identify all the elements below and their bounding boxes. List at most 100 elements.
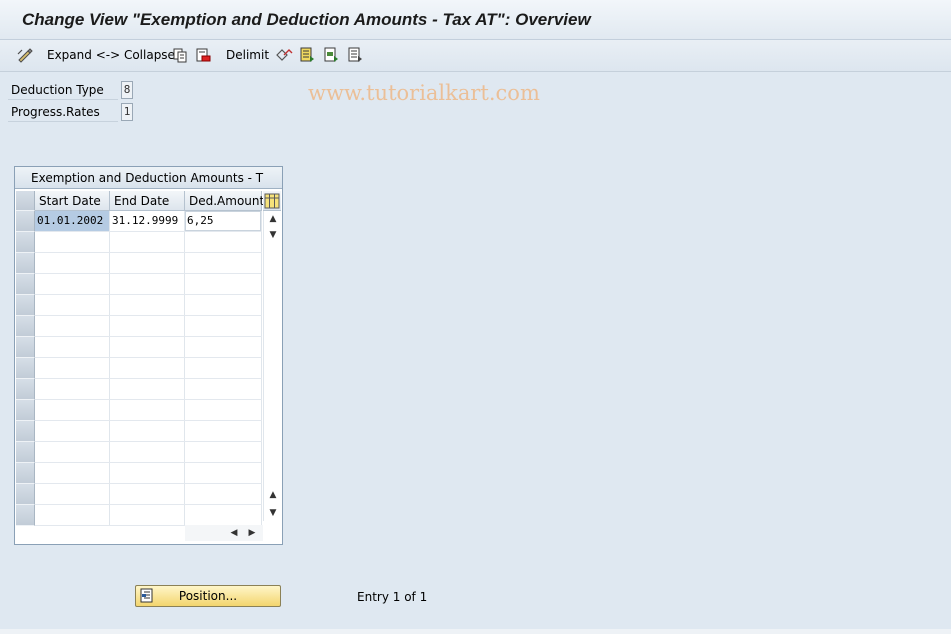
table-row[interactable] [35,505,262,526]
end-date-cell[interactable] [110,379,185,399]
start-date-cell[interactable] [35,463,110,483]
end-date-cell[interactable] [110,295,185,315]
start-date-cell[interactable] [35,358,110,378]
ded-amount-cell[interactable] [185,274,262,294]
deselect-all-button[interactable] [347,45,363,65]
ded-amount-cell[interactable] [185,253,262,273]
end-date-cell[interactable]: 31.12.9999 [110,211,185,231]
start-date-cell[interactable] [35,232,110,252]
scroll-left-icon[interactable]: ◀ [227,525,241,541]
row-selector[interactable] [16,442,35,463]
ded-amount-cell[interactable] [185,232,262,252]
row-selector[interactable] [16,295,35,316]
table-row[interactable] [35,442,262,463]
start-date-cell[interactable] [35,274,110,294]
row-selector[interactable] [16,211,35,232]
row-selector[interactable] [16,358,35,379]
start-date-cell[interactable] [35,442,110,462]
expand-collapse-button[interactable]: Expand <-> Collapse [47,45,175,65]
end-date-cell[interactable] [110,463,185,483]
table-row[interactable] [35,463,262,484]
select-all-rows-button[interactable] [16,191,35,211]
position-button-label: Position... [178,589,238,603]
scroll-down-bottom-icon[interactable]: ▼ [264,505,282,521]
start-date-cell[interactable] [35,337,110,357]
delete-button[interactable] [195,45,211,65]
row-selector[interactable] [16,505,35,526]
row-selector[interactable] [16,232,35,253]
end-date-cell[interactable] [110,232,185,252]
select-all-button[interactable] [299,45,315,65]
end-date-cell[interactable] [110,442,185,462]
table-row[interactable] [35,379,262,400]
table-row[interactable] [35,337,262,358]
end-date-cell[interactable] [110,274,185,294]
column-header-ded-amount[interactable]: Ded.Amount [185,191,264,211]
position-button[interactable]: Position... [135,585,281,607]
table-row[interactable] [35,274,262,295]
start-date-cell[interactable] [35,484,110,504]
row-selector[interactable] [16,484,35,505]
vertical-scrollbar[interactable]: ▲ ▼ ▲ ▼ [263,211,281,521]
start-date-cell[interactable] [35,421,110,441]
end-date-cell[interactable] [110,358,185,378]
end-date-cell[interactable] [110,253,185,273]
copy-button[interactable] [172,45,188,65]
end-date-cell[interactable] [110,400,185,420]
table-row[interactable] [35,316,262,337]
start-date-cell[interactable] [35,295,110,315]
end-date-cell[interactable] [110,421,185,441]
ded-amount-cell[interactable] [185,295,262,315]
start-date-cell[interactable] [35,505,110,525]
horizontal-scrollbar[interactable]: ◀ ▶ [185,525,263,541]
scroll-down-top-icon[interactable]: ▼ [264,227,282,243]
end-date-cell[interactable] [110,316,185,336]
undo-button[interactable] [275,45,293,65]
column-header-end-date[interactable]: End Date [110,191,185,211]
title-bar: Change View "Exemption and Deduction Amo… [0,0,951,40]
row-selector[interactable] [16,253,35,274]
column-header-start-date[interactable]: Start Date [35,191,110,211]
ded-amount-cell[interactable] [185,484,262,504]
start-date-cell[interactable]: 01.01.2002 [35,211,110,231]
row-selector[interactable] [16,379,35,400]
start-date-cell[interactable] [35,253,110,273]
ded-amount-cell[interactable] [185,463,262,483]
start-date-cell[interactable] [35,379,110,399]
delimit-button[interactable]: Delimit [226,45,269,65]
table-settings-button[interactable] [263,191,281,211]
ded-amount-cell[interactable] [185,505,262,525]
table-row[interactable] [35,232,262,253]
ded-amount-cell[interactable] [185,316,262,336]
row-selector[interactable] [16,316,35,337]
end-date-cell[interactable] [110,505,185,525]
ded-amount-cell[interactable] [185,421,262,441]
start-date-cell[interactable] [35,316,110,336]
ded-amount-cell[interactable]: 6,25 [185,211,262,231]
row-selector[interactable] [16,337,35,358]
row-selector[interactable] [16,274,35,295]
table-row[interactable] [35,400,262,421]
ded-amount-cell[interactable] [185,337,262,357]
ded-amount-cell[interactable] [185,358,262,378]
ded-amount-cell[interactable] [185,442,262,462]
select-block-button[interactable] [323,45,339,65]
table-row[interactable] [35,358,262,379]
ded-amount-cell[interactable] [185,379,262,399]
table-row[interactable]: 01.01.2002 31.12.9999 6,25 [35,211,262,232]
row-selector[interactable] [16,400,35,421]
table-row[interactable] [35,421,262,442]
scroll-up-top-icon[interactable]: ▲ [264,211,282,227]
row-selector[interactable] [16,463,35,484]
end-date-cell[interactable] [110,337,185,357]
table-row[interactable] [35,484,262,505]
start-date-cell[interactable] [35,400,110,420]
row-selector[interactable] [16,421,35,442]
scroll-up-bottom-icon[interactable]: ▲ [264,487,282,503]
ded-amount-cell[interactable] [185,400,262,420]
scroll-right-icon[interactable]: ▶ [245,525,259,541]
end-date-cell[interactable] [110,484,185,504]
table-row[interactable] [35,295,262,316]
table-row[interactable] [35,253,262,274]
edit-button[interactable] [16,45,34,65]
